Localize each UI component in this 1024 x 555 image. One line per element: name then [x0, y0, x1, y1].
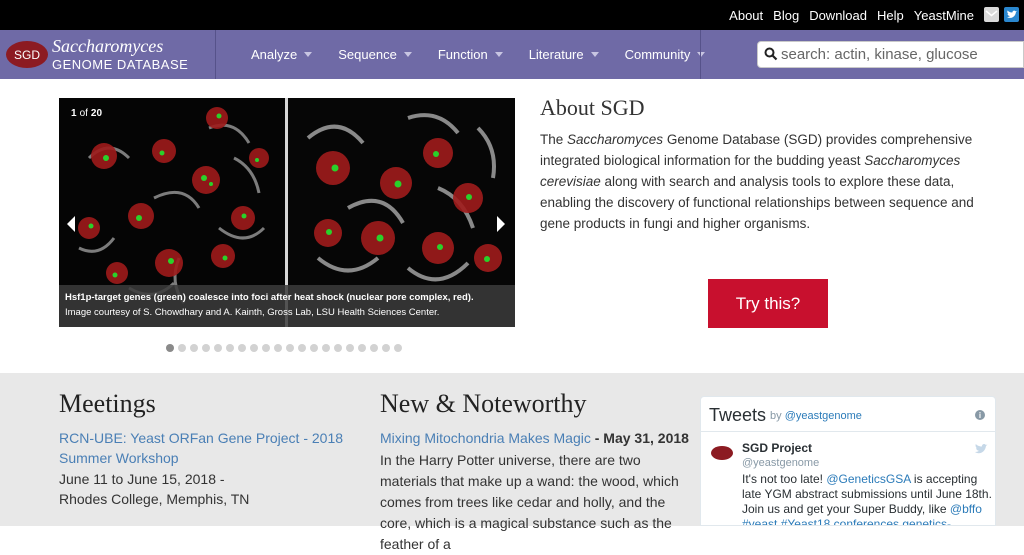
carousel-dots	[166, 344, 402, 352]
meeting-link[interactable]: RCN-UBE: Yeast ORFan Gene Project - 2018…	[59, 428, 349, 468]
top-link-about[interactable]: About	[729, 8, 763, 23]
nav-divider	[215, 30, 216, 79]
carousel-next-arrow-icon[interactable]	[497, 216, 505, 232]
tweet-author-handle[interactable]: @yeastgenome	[742, 457, 819, 469]
about-text-part: The	[540, 132, 568, 147]
about-title: About SGD	[540, 95, 645, 120]
avatar[interactable]	[711, 446, 733, 460]
nav-divider	[700, 30, 701, 79]
news-title: New & Noteworthy	[380, 389, 587, 418]
chevron-down-icon	[590, 52, 599, 57]
try-this-button[interactable]: Try this?	[708, 279, 828, 328]
carousel-dot[interactable]	[310, 344, 318, 352]
tweet-hashtag[interactable]: #Yeast18	[781, 517, 831, 525]
nav-analyze-label: Analyze	[251, 47, 298, 62]
nav-sequence-label: Sequence	[338, 47, 397, 62]
top-link-blog[interactable]: Blog	[773, 8, 799, 23]
nav-function[interactable]: Function	[438, 47, 503, 62]
carousel-dot[interactable]	[202, 344, 210, 352]
about-description: The Saccharomyces Genome Database (SGD) …	[540, 129, 1000, 234]
top-link-download[interactable]: Download	[809, 8, 867, 23]
meetings-title: Meetings	[59, 389, 156, 418]
meeting-date: June 11 to June 15, 2018 -	[59, 471, 225, 487]
carousel-dot[interactable]	[178, 344, 186, 352]
about-text-part: along with search and analysis tools to …	[540, 174, 974, 231]
tweet-mention[interactable]: @GeneticsGSA	[826, 472, 910, 486]
tweet-mention[interactable]: @bffo	[950, 502, 982, 516]
chevron-down-icon	[304, 52, 313, 57]
slide-total: 20	[90, 108, 103, 119]
top-utility-bar: About Blog Download Help YeastMine	[0, 0, 1024, 30]
chevron-down-icon	[697, 52, 706, 57]
news-headline: Mixing Mitochondria Makes Magic - May 31…	[380, 428, 700, 448]
image-carousel: 1 of 20 Hsf1p-target genes (green) coalesc…	[59, 98, 515, 327]
tweets-by-label: by	[770, 410, 785, 422]
twitter-icon[interactable]	[1004, 7, 1019, 22]
mail-icon[interactable]	[984, 7, 999, 22]
slide-current: 1	[71, 108, 77, 119]
sgd-logo[interactable]: SGD Saccharomyces GENOME DATABASE	[0, 30, 215, 79]
search-box	[757, 41, 1024, 68]
top-links: About Blog Download Help YeastMine	[729, 0, 974, 30]
carousel-prev-arrow-icon[interactable]	[67, 216, 75, 232]
meeting-location: Rhodes College, Memphis, TN	[59, 491, 250, 507]
carousel-dot[interactable]	[346, 344, 354, 352]
carousel-dot[interactable]	[382, 344, 390, 352]
search-input[interactable]	[781, 42, 1021, 67]
news-date: - May 31, 2018	[590, 430, 689, 446]
slide-counter: 1 of 20	[71, 108, 102, 119]
carousel-dot[interactable]	[334, 344, 342, 352]
caption-text: Hsf1p-target genes (green) coalesce into…	[65, 292, 474, 303]
carousel-dot[interactable]	[250, 344, 258, 352]
news-link[interactable]: Mixing Mitochondria Makes Magic	[380, 430, 591, 446]
nav-menu: Analyze Sequence Function Literature Com…	[251, 30, 731, 79]
carousel-dot[interactable]	[394, 344, 402, 352]
logo-subtitle: GENOME DATABASE	[52, 57, 189, 72]
twitter-widget: Tweets by @yeastgenome i SGD Project @ye…	[700, 396, 996, 526]
tweet-hashtag[interactable]: #yeast	[742, 517, 777, 525]
nav-function-label: Function	[437, 47, 488, 62]
carousel-dot[interactable]	[226, 344, 234, 352]
top-link-help[interactable]: Help	[877, 8, 904, 23]
news-body: In the Harry Potter universe, there are …	[380, 452, 679, 552]
carousel-dot[interactable]	[322, 344, 330, 352]
carousel-dot[interactable]	[298, 344, 306, 352]
carousel-dot[interactable]	[274, 344, 282, 352]
caption-credit: Image courtesy of S. Chowdhary and A. Ka…	[65, 307, 440, 318]
main-navbar: SGD Saccharomyces GENOME DATABASE Analyz…	[0, 30, 1024, 79]
tweet-author-name[interactable]: SGD Project	[742, 441, 812, 455]
slide-of: of	[79, 108, 88, 119]
tweets-by-handle[interactable]: @yeastgenome	[785, 410, 862, 422]
twitter-bird-icon[interactable]	[974, 442, 988, 460]
tweets-divider	[701, 431, 995, 432]
nav-literature[interactable]: Literature	[529, 47, 599, 62]
logo-oval: SGD	[6, 41, 48, 68]
info-icon[interactable]: i	[975, 410, 985, 420]
nav-community-label: Community	[624, 47, 691, 62]
logo-title: Saccharomyces	[52, 36, 164, 56]
carousel-dot[interactable]	[214, 344, 222, 352]
search-icon	[764, 47, 778, 66]
nav-analyze[interactable]: Analyze	[251, 47, 313, 62]
carousel-dot[interactable]	[370, 344, 378, 352]
nav-literature-label: Literature	[528, 47, 584, 62]
chevron-down-icon	[403, 52, 412, 57]
carousel-dot[interactable]	[286, 344, 294, 352]
tweet-text: It's not too late! @GeneticsGSA is accep…	[742, 472, 992, 525]
tweets-by: by @yeastgenome	[770, 410, 862, 422]
tweet-text-part: It's not too late!	[742, 472, 827, 486]
carousel-dot[interactable]	[358, 344, 366, 352]
about-text-italic: Saccharomyces	[567, 132, 664, 147]
carousel-dot[interactable]	[166, 344, 174, 352]
tweets-title: Tweets	[709, 405, 767, 425]
carousel-dot[interactable]	[190, 344, 198, 352]
carousel-caption: Hsf1p-target genes (green) coalesce into…	[59, 285, 515, 327]
nav-sequence[interactable]: Sequence	[338, 47, 412, 62]
tweet-link[interactable]: conferences.genetics-	[834, 517, 951, 525]
carousel-dot[interactable]	[262, 344, 270, 352]
nav-community[interactable]: Community	[625, 47, 706, 62]
carousel-dot[interactable]	[238, 344, 246, 352]
top-link-yeastmine[interactable]: YeastMine	[914, 8, 974, 23]
chevron-down-icon	[494, 52, 503, 57]
